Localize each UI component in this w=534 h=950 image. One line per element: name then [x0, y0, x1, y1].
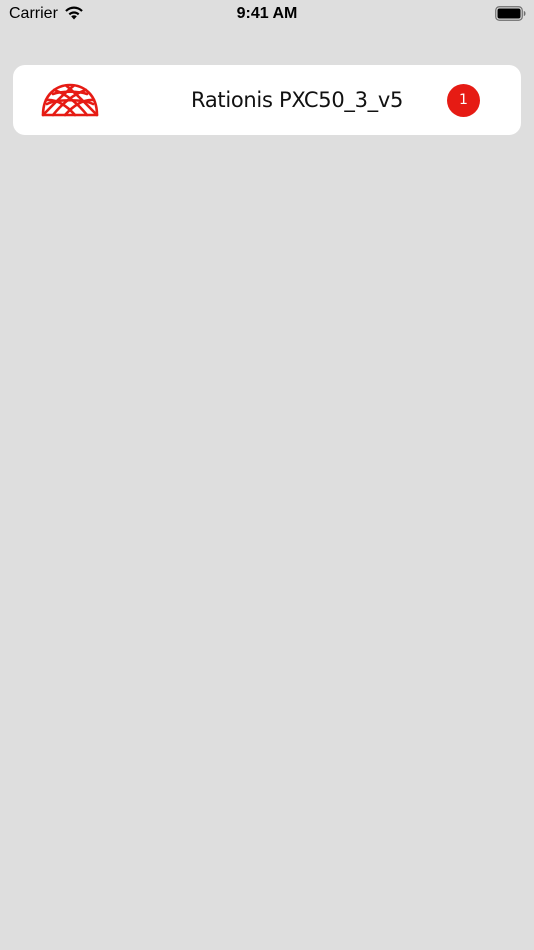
- clock-time: 9:41 AM: [236, 5, 298, 22]
- device-card[interactable]: Rationis PXC50_3_v5 1: [13, 65, 521, 135]
- status-bar: Carrier 9:41 AM: [0, 0, 534, 28]
- dome-grid-logo-icon: [41, 83, 99, 117]
- device-name: Rationis PXC50_3_v5: [191, 88, 404, 112]
- notification-badge: 1: [447, 84, 480, 117]
- battery-icon: [495, 6, 526, 21]
